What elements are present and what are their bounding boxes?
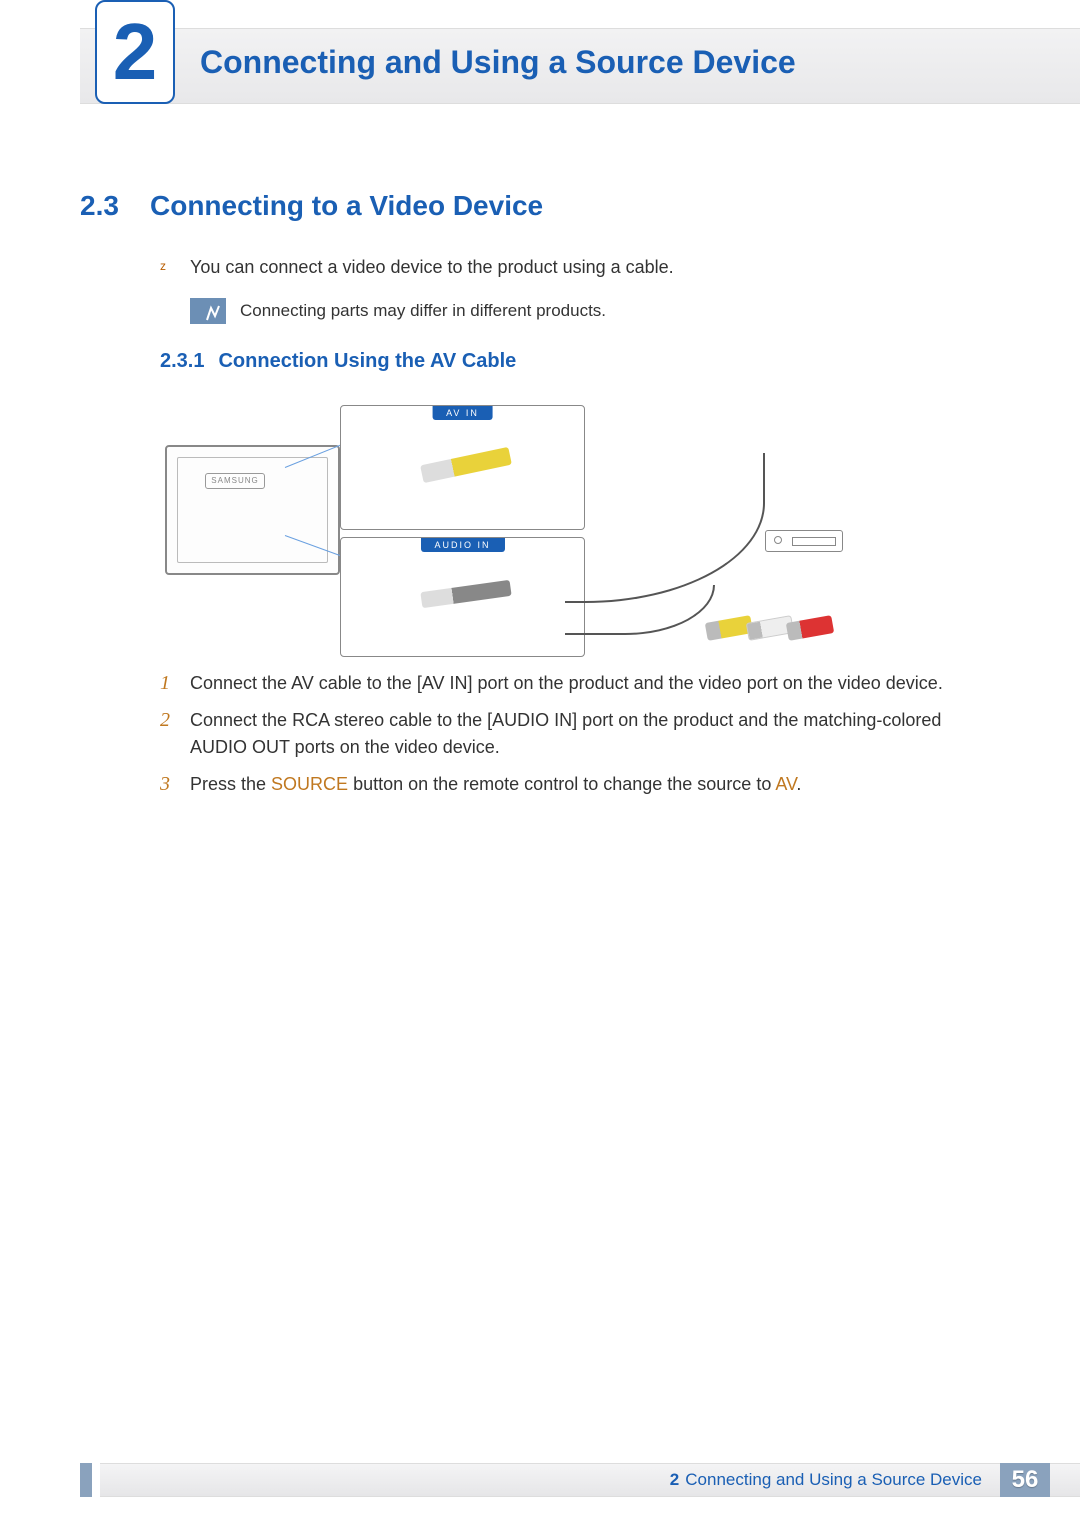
connection-diagram: SAMSUNG AV IN AUDIO IN (165, 395, 843, 660)
step-text: Press the SOURCE button on the remote co… (190, 771, 1000, 798)
av-in-panel: AV IN (340, 405, 585, 530)
bullet-text: You can connect a video device to the pr… (190, 255, 674, 280)
step-row: 1Connect the AV cable to the [AV IN] por… (160, 670, 1000, 697)
step-text: Connect the AV cable to the [AV IN] port… (190, 670, 1000, 697)
footer-page-number: 56 (1000, 1463, 1050, 1497)
subsection-heading: 2.3.1 Connection Using the AV Cable (160, 350, 516, 373)
audio-plug-icon (420, 580, 511, 608)
av-in-label: AV IN (432, 406, 493, 420)
bullet-icon: z (160, 255, 190, 273)
section-title: Connecting to a Video Device (150, 190, 543, 222)
step-text: Connect the RCA stereo cable to the [AUD… (190, 707, 1000, 761)
text-span: Connect the AV cable to the [AV IN] port… (190, 673, 943, 693)
note-text: Connecting parts may differ in different… (240, 301, 606, 321)
rca-plugs (716, 619, 833, 642)
note-row: Connecting parts may differ in different… (190, 298, 1000, 324)
video-device-illustration (765, 530, 843, 552)
step-number: 3 (160, 771, 190, 797)
step-number: 1 (160, 670, 190, 696)
rca-red-icon (786, 615, 834, 641)
text-span: Connect the RCA stereo cable to the [AUD… (190, 710, 941, 757)
footer-chapter-number: 2 (670, 1470, 679, 1490)
intro-block: z You can connect a video device to the … (160, 255, 1000, 324)
text-span: button on the remote control to change t… (348, 774, 775, 794)
yellow-plug-icon (420, 447, 512, 483)
footer-accent-bar (80, 1463, 92, 1497)
note-icon (190, 298, 226, 324)
cable-curve (565, 453, 765, 603)
page-footer: 2 Connecting and Using a Source Device 5… (100, 1463, 1080, 1497)
step-row: 2Connect the RCA stereo cable to the [AU… (160, 707, 1000, 761)
subsection-number: 2.3.1 (160, 350, 204, 373)
highlight-term: AV (775, 774, 796, 794)
step-row: 3Press the SOURCE button on the remote c… (160, 771, 1000, 798)
audio-in-panel: AUDIO IN (340, 537, 585, 657)
section-heading: 2.3 Connecting to a Video Device (80, 190, 1000, 222)
text-span: . (796, 774, 801, 794)
chapter-number: 2 (113, 12, 158, 92)
highlight-term: SOURCE (271, 774, 348, 794)
bullet-row: z You can connect a video device to the … (160, 255, 1000, 280)
cable-curve (565, 585, 715, 635)
monitor-back-illustration: SAMSUNG (165, 445, 340, 575)
chapter-title: Connecting and Using a Source Device (200, 44, 796, 81)
step-number: 2 (160, 707, 190, 733)
text-span: Press the (190, 774, 271, 794)
section-number: 2.3 (80, 190, 150, 222)
footer-chapter-title: Connecting and Using a Source Device (685, 1470, 982, 1490)
chapter-number-badge: 2 (95, 0, 175, 104)
subsection-title: Connection Using the AV Cable (218, 350, 516, 373)
steps-list: 1Connect the AV cable to the [AV IN] por… (160, 670, 1000, 808)
brand-badge: SAMSUNG (205, 473, 265, 489)
audio-in-label: AUDIO IN (420, 538, 504, 552)
